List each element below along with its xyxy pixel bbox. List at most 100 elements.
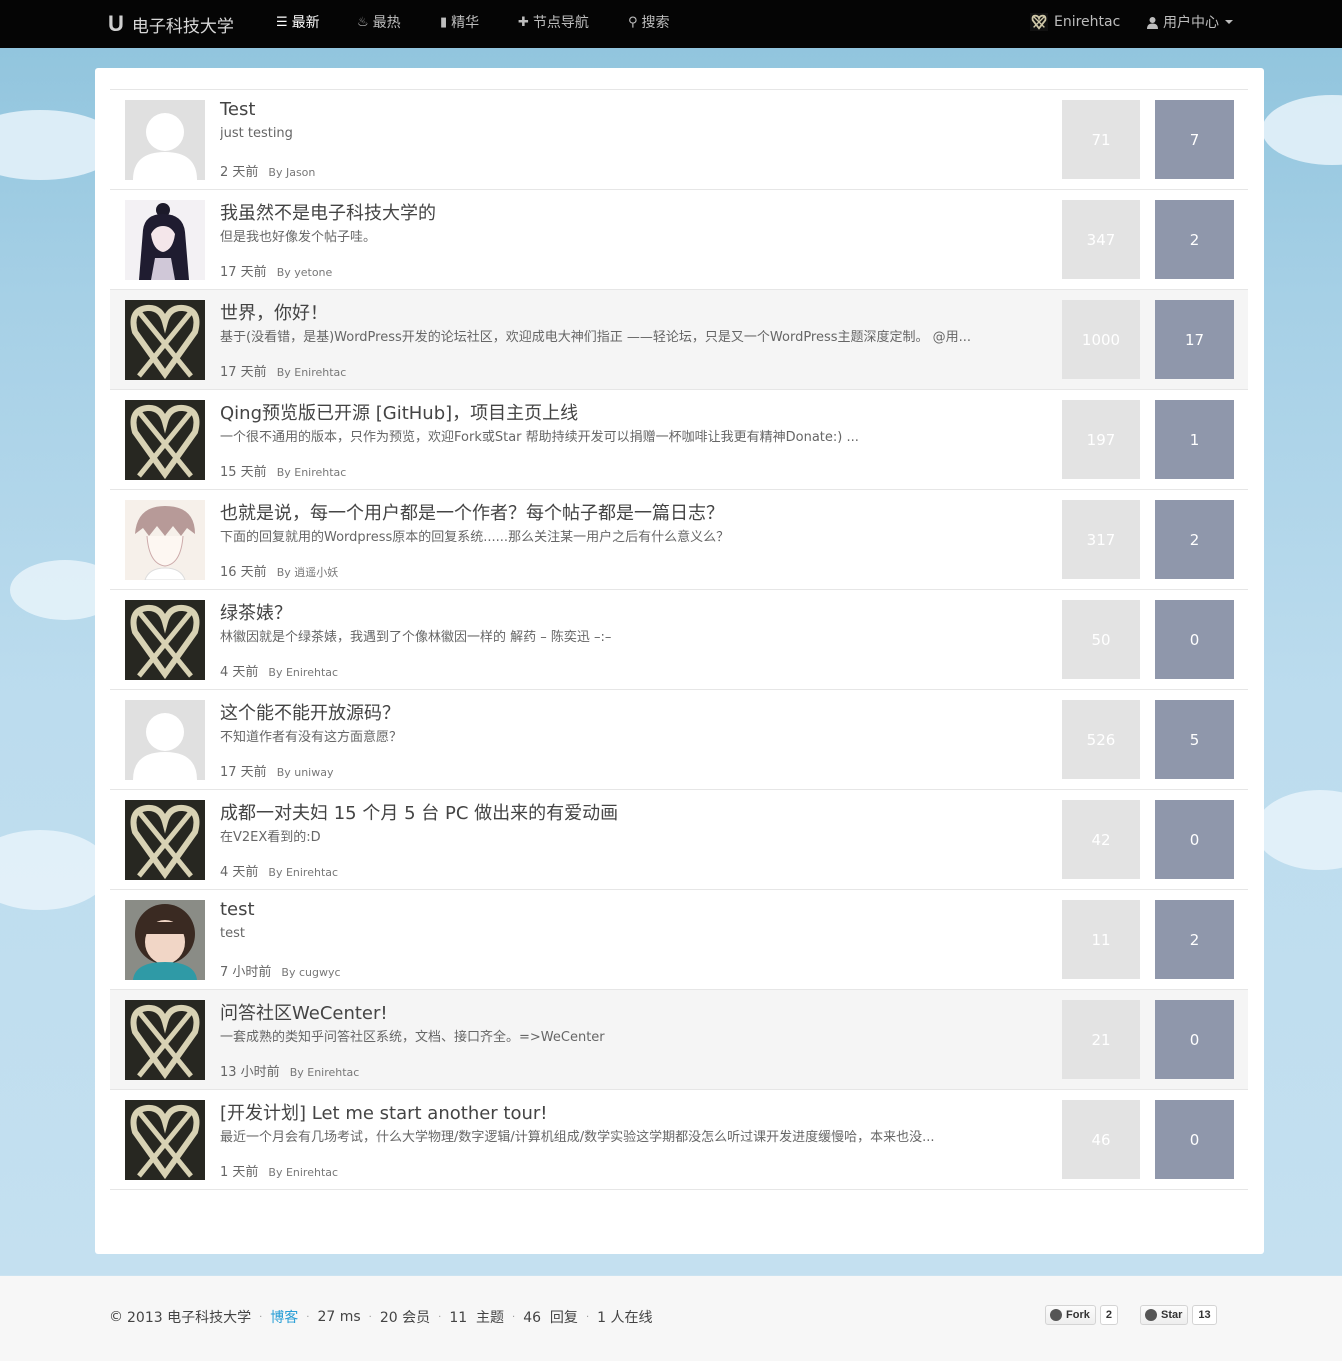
view-count: 1000: [1062, 300, 1140, 379]
caret-down-icon: [1225, 20, 1233, 24]
timing-text: 27 ms: [317, 1309, 361, 1325]
reply-count[interactable]: 2: [1155, 900, 1234, 979]
reply-count[interactable]: 2: [1155, 500, 1234, 579]
reply-count[interactable]: 2: [1155, 200, 1234, 279]
topic-author[interactable]: By Enirehtac: [290, 1066, 360, 1079]
separator: ·: [259, 1311, 263, 1323]
username-label: Enirehtac: [1054, 14, 1121, 30]
topic-title[interactable]: 这个能不能开放源码？: [220, 699, 400, 725]
nav-latest-label: 最新: [291, 15, 320, 31]
footer-stats: © 2013 电子科技大学 · 博客 · 27 ms · 20 会员 · 11 …: [109, 1307, 652, 1327]
cloud-decoration: [1255, 790, 1342, 870]
topic-author[interactable]: By Enirehtac: [277, 466, 347, 479]
author-avatar[interactable]: [125, 600, 205, 680]
topic-title[interactable]: 问答社区WeCenter!: [220, 999, 388, 1025]
view-count: 46: [1062, 1100, 1140, 1179]
topic-list: Test just testing 2 天前 By Jason 71 7 我虽然不是电子科技…: [110, 89, 1248, 1190]
author-avatar[interactable]: [125, 1100, 205, 1180]
reply-count[interactable]: 0: [1155, 600, 1234, 679]
author-avatar[interactable]: [125, 900, 205, 980]
topic-excerpt: 下面的回复就用的Wordpress原本的回复系统......那么关注某一用户之后…: [220, 530, 730, 545]
topic-row: [开发计划] Let me start another tour! 最近一个月会有…: [110, 1090, 1248, 1190]
author-avatar[interactable]: [125, 200, 205, 280]
fire-icon: ♨: [357, 14, 369, 30]
reply-count[interactable]: 7: [1155, 100, 1234, 179]
author-avatar[interactable]: [125, 1000, 205, 1080]
topic-time: 1 天前: [220, 1165, 259, 1180]
online-count: 1 人在线: [597, 1310, 653, 1326]
topic-row: test test 7 小时前 By cugwyc 11 2: [110, 890, 1248, 990]
cloud-decoration: [1262, 95, 1342, 165]
list-icon: ☰: [276, 14, 288, 30]
author-avatar[interactable]: [125, 100, 205, 180]
nav-search-label: 搜索: [641, 15, 670, 31]
nav-featured-label: 精华: [451, 15, 480, 31]
topic-title[interactable]: test: [220, 899, 255, 920]
user-center-dropdown[interactable]: 用户中心: [1146, 12, 1233, 32]
fork-count[interactable]: 2: [1099, 1305, 1118, 1325]
nav-latest[interactable]: ☰ 最新: [276, 12, 320, 32]
nav-hot[interactable]: ♨ 最热: [357, 12, 401, 32]
topic-excerpt: 不知道作者有没有这方面意愿？: [220, 730, 403, 745]
blog-link[interactable]: 博客: [270, 1307, 298, 1327]
topic-title[interactable]: 世界，你好！: [220, 299, 328, 325]
footer: © 2013 电子科技大学 · 博客 · 27 ms · 20 会员 · 11 …: [0, 1276, 1342, 1361]
fork-button[interactable]: Fork: [1045, 1305, 1096, 1325]
topic-title[interactable]: 也就是说，每一个用户都是一个作者？每个帖子都是一篇日志？: [220, 499, 724, 525]
topic-time: 17 天前: [220, 365, 267, 380]
topic-meta: 15 天前 By Enirehtac: [220, 461, 346, 480]
heart-avatar-icon: [1030, 13, 1048, 31]
main-panel: Test just testing 2 天前 By Jason 71 7 我虽然不是电子科技…: [95, 68, 1264, 1254]
topic-excerpt: 在V2EX看到的:D: [220, 830, 321, 845]
view-count: 197: [1062, 400, 1140, 479]
brand-link[interactable]: U 电子科技大学: [108, 10, 234, 38]
topic-excerpt: 林徽因就是个绿茶婊，我遇到了个像林徽因一样的 解药 – 陈奕迅 –:–: [220, 630, 612, 645]
reply-count[interactable]: 0: [1155, 1100, 1234, 1179]
author-avatar[interactable]: [125, 300, 205, 380]
search-icon: ⚲: [628, 14, 638, 30]
star-count[interactable]: 13: [1192, 1305, 1217, 1325]
author-avatar[interactable]: [125, 800, 205, 880]
author-avatar[interactable]: [125, 500, 205, 580]
topic-author[interactable]: By Jason: [268, 166, 315, 179]
nav-nodes-label: 节点导航: [532, 15, 589, 31]
nav-search[interactable]: ⚲ 搜索: [628, 12, 670, 32]
separator: ·: [306, 1311, 310, 1323]
topic-title[interactable]: Qing预览版已开源 [GitHub]，项目主页上线: [220, 399, 578, 425]
author-avatar[interactable]: [125, 400, 205, 480]
topic-title[interactable]: Test: [220, 99, 255, 120]
reply-count[interactable]: 0: [1155, 800, 1234, 879]
reply-count[interactable]: 1: [1155, 400, 1234, 479]
topic-author[interactable]: By cugwyc: [281, 966, 340, 979]
topic-title[interactable]: [开发计划] Let me start another tour!: [220, 1099, 548, 1125]
reply-count[interactable]: 5: [1155, 700, 1234, 779]
topic-author[interactable]: By Enirehtac: [268, 1166, 338, 1179]
view-count: 526: [1062, 700, 1140, 779]
topic-title[interactable]: 绿茶婊？: [220, 599, 292, 625]
cloud-decoration: [0, 830, 110, 910]
topic-time: 13 小时前: [220, 1065, 280, 1080]
star-button[interactable]: Star: [1140, 1305, 1189, 1325]
user-icon: [1147, 16, 1158, 29]
separator: ·: [512, 1311, 516, 1323]
topic-row: Test just testing 2 天前 By Jason 71 7: [110, 90, 1248, 190]
topic-author[interactable]: By 逍遥小妖: [277, 566, 339, 579]
topic-author[interactable]: By Enirehtac: [268, 866, 338, 879]
topic-author[interactable]: By yetone: [277, 266, 333, 279]
topic-author[interactable]: By Enirehtac: [268, 666, 338, 679]
brand-name: 电子科技大学: [131, 16, 234, 37]
reply-count[interactable]: 17: [1155, 300, 1234, 379]
author-avatar[interactable]: [125, 700, 205, 780]
topic-excerpt: 一个很不通用的版本，只作为预览，欢迎Fork或Star 帮助持续开发可以捐赠一杯…: [220, 430, 859, 445]
topic-meta: 4 天前 By Enirehtac: [220, 861, 338, 880]
nav-nodes[interactable]: ✚ 节点导航: [518, 12, 589, 32]
topic-title[interactable]: 我虽然不是电子科技大学的: [220, 199, 436, 225]
topic-excerpt: 但是我也好像发个帖子哇。: [220, 230, 377, 245]
topic-author[interactable]: By Enirehtac: [277, 366, 347, 379]
nav-featured[interactable]: ▮ 精华: [440, 12, 479, 32]
nav-username[interactable]: Enirehtac: [1030, 12, 1120, 32]
topic-title[interactable]: 成都一对夫妇 15 个月 5 台 PC 做出来的有爱动画: [220, 799, 618, 825]
topic-author[interactable]: By uniway: [277, 766, 334, 779]
reply-count[interactable]: 0: [1155, 1000, 1234, 1079]
view-count: 71: [1062, 100, 1140, 179]
